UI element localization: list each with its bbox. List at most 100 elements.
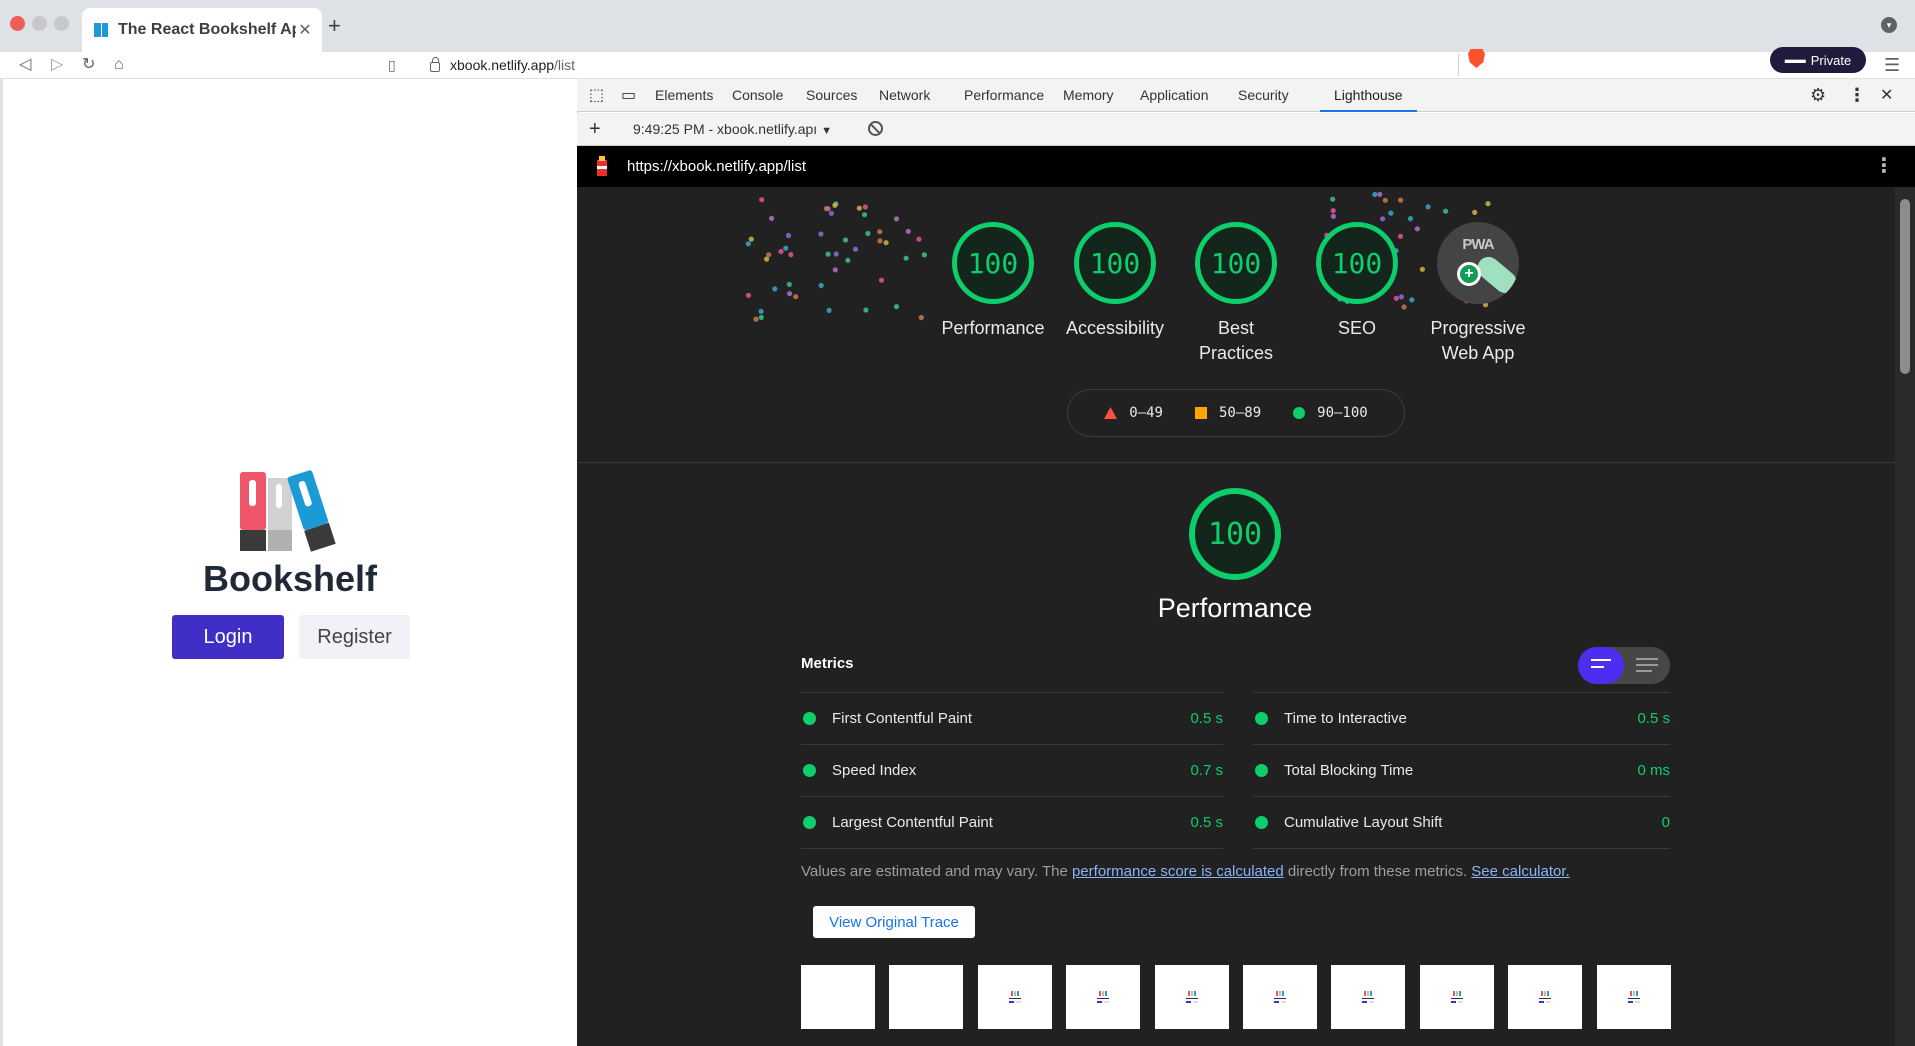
pwa-badge-text: PWA — [1462, 236, 1494, 253]
metric-name: Cumulative Layout Shift — [1284, 814, 1443, 831]
filmstrip-frame — [1066, 965, 1141, 1029]
filmstrip-frame — [889, 965, 964, 1029]
best-practices-label-line2: Practices — [1198, 343, 1274, 363]
register-button[interactable]: Register — [299, 615, 410, 659]
new-tab-button[interactable]: + — [328, 14, 341, 38]
section-divider — [577, 462, 1895, 463]
pass-circle-icon — [803, 764, 816, 777]
expanded-view-icon — [1636, 658, 1658, 660]
tab-close-icon[interactable]: ✕ — [296, 20, 314, 40]
frame-mini-logo-icon — [1627, 991, 1641, 1003]
filmstrip-frame — [1596, 965, 1671, 1029]
best-practices-gauge[interactable]: 100 Best Practices — [1195, 222, 1277, 363]
performance-gauge[interactable]: 100 Performance — [941, 222, 1045, 338]
performance-gauge-label: Performance — [941, 318, 1045, 338]
seo-gauge[interactable]: 100 SEO — [1316, 222, 1398, 338]
close-devtools-icon[interactable]: ✕ — [1880, 79, 1893, 112]
report-tools-kebab-icon[interactable]: ⋮ — [1874, 153, 1894, 179]
close-window-button[interactable] — [10, 16, 25, 31]
metrics-right-bottom-border — [1253, 848, 1670, 849]
inspect-element-icon[interactable]: ⬚ — [589, 79, 604, 112]
pass-circle-icon — [1293, 407, 1306, 419]
frame-mini-logo-icon — [1538, 991, 1552, 1003]
tab-performance[interactable]: Performance — [964, 79, 1044, 112]
pass-circle-icon — [803, 816, 816, 829]
forward-icon[interactable]: ▷ — [51, 52, 63, 78]
legend-fail-range: 0–49 — [1129, 405, 1163, 421]
report-selector-label: 9:49:25 PM - xbook.netlify.apı — [633, 121, 818, 137]
metric-name: Speed Index — [832, 762, 917, 779]
seo-score: 100 — [1316, 222, 1398, 304]
metric-value: 0 ms — [1637, 762, 1670, 779]
pwa-label-line2: Web App — [1441, 343, 1515, 363]
best-practices-gauge-label: Best Practices — [1171, 316, 1301, 366]
accessibility-gauge[interactable]: 100 Accessibility — [1066, 222, 1164, 338]
tab-lighthouse[interactable]: Lighthouse — [1320, 79, 1417, 112]
report-selector[interactable]: 9:49:25 PM - xbook.netlify.apı ▼ — [633, 113, 832, 146]
collapsed-view-icon — [1591, 659, 1611, 661]
toolbar-separator — [1458, 54, 1459, 76]
audited-url: https://xbook.netlify.app/list — [627, 158, 806, 175]
bookshelf-logo-icon — [240, 470, 336, 552]
legend-pass-range: 90–100 — [1317, 405, 1368, 421]
browser-menu-icon[interactable]: ☰ — [1884, 52, 1900, 78]
metric-name: Largest Contentful Paint — [832, 814, 993, 831]
clear-reports-icon[interactable] — [868, 121, 883, 136]
pwa-label-line1: Progressive — [1430, 318, 1526, 338]
tab-memory[interactable]: Memory — [1063, 79, 1114, 112]
pass-circle-icon — [1255, 764, 1268, 777]
minimize-window-button[interactable] — [32, 16, 47, 31]
tab-security[interactable]: Security — [1238, 79, 1289, 112]
metric-value: 0.7 s — [1190, 762, 1223, 779]
see-calculator-link[interactable]: See calculator. — [1471, 863, 1569, 880]
frame-mini-logo-icon — [1361, 991, 1375, 1003]
filmstrip-frame — [1331, 965, 1406, 1029]
pass-circle-icon — [1255, 816, 1268, 829]
maximize-window-button[interactable] — [54, 16, 69, 31]
back-icon[interactable]: ◁ — [19, 52, 31, 78]
address-bar[interactable]: xbook.netlify.app/list — [415, 53, 1493, 77]
view-original-trace-button[interactable]: View Original Trace — [813, 906, 975, 938]
tab-list-chevron-icon[interactable]: ▾ — [1881, 17, 1897, 33]
private-window-badge: ▬▬ Private — [1770, 47, 1866, 73]
pwa-gauge-label: Progressive Web App — [1413, 316, 1543, 366]
score-calculated-link[interactable]: performance score is calculated — [1072, 863, 1284, 880]
tab-console[interactable]: Console — [732, 79, 783, 112]
performance-section-score: 100 — [1189, 488, 1281, 580]
metric-name: First Contentful Paint — [832, 710, 973, 727]
legend-pass: 90–100 — [1293, 405, 1368, 421]
bookmark-icon[interactable]: ▯ — [388, 52, 396, 78]
new-report-plus-icon[interactable]: + — [589, 113, 601, 146]
metric-value: 0.5 s — [1637, 710, 1670, 727]
best-practices-score: 100 — [1195, 222, 1277, 304]
disclaimer-text-middle: directly from these metrics. — [1283, 863, 1472, 880]
tab-title: The React Bookshelf App — [118, 21, 296, 38]
tab-elements[interactable]: Elements — [655, 79, 713, 112]
tab-application[interactable]: Application — [1140, 79, 1209, 112]
filmstrip-frame — [977, 965, 1052, 1029]
pass-circle-icon — [1255, 712, 1268, 725]
login-button[interactable]: Login — [172, 615, 284, 659]
metric-value: 0.5 s — [1190, 710, 1223, 727]
url-host: xbook.netlify.app — [450, 57, 555, 73]
metric-first-contentful-paint: First Contentful Paint 0.5 s — [801, 692, 1223, 744]
average-square-icon — [1194, 407, 1207, 419]
performance-score: 100 — [952, 222, 1034, 304]
settings-gear-icon[interactable]: ⚙ — [1810, 79, 1826, 112]
report-scrollbar[interactable] — [1895, 187, 1915, 1046]
device-toolbar-icon[interactable]: ▭ — [621, 79, 636, 112]
tab-sources[interactable]: Sources — [806, 79, 857, 112]
metric-value: 0.5 s — [1190, 814, 1223, 831]
metrics-view-toggle[interactable] — [1578, 647, 1670, 684]
metric-name: Time to Interactive — [1284, 710, 1407, 727]
filmstrip-frame — [1154, 965, 1229, 1029]
tab-network[interactable]: Network — [879, 79, 930, 112]
devtools-tab-bar: ⬚ ▭ Elements Console Sources Network Per… — [577, 79, 1915, 112]
browser-tab[interactable]: The React Bookshelf App ✕ — [82, 8, 322, 52]
home-icon[interactable]: ⌂ — [114, 52, 124, 78]
devtools-kebab-icon[interactable]: ⋮ — [1848, 79, 1866, 112]
reload-icon[interactable]: ↻ — [82, 52, 95, 78]
url-path: /list — [554, 57, 576, 73]
frame-mini-logo-icon — [1273, 991, 1287, 1003]
pwa-gauge[interactable]: PWA + — [1437, 222, 1519, 304]
